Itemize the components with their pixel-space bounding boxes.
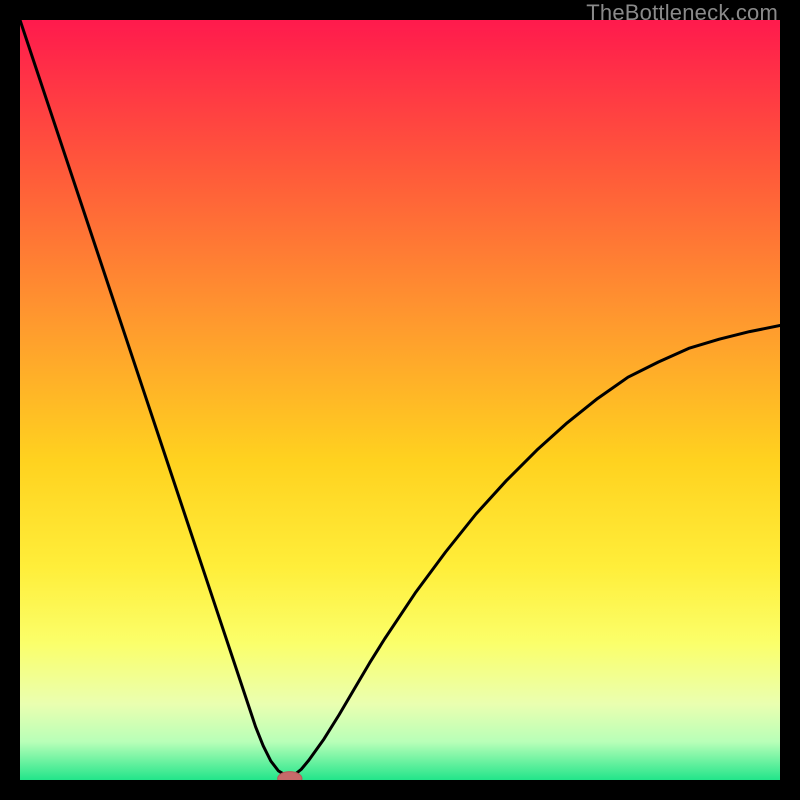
gradient-background [20,20,780,780]
bottleneck-chart [20,20,780,780]
watermark-text: TheBottleneck.com [586,0,778,26]
plot-area [20,20,780,780]
chart-frame: TheBottleneck.com [0,0,800,800]
